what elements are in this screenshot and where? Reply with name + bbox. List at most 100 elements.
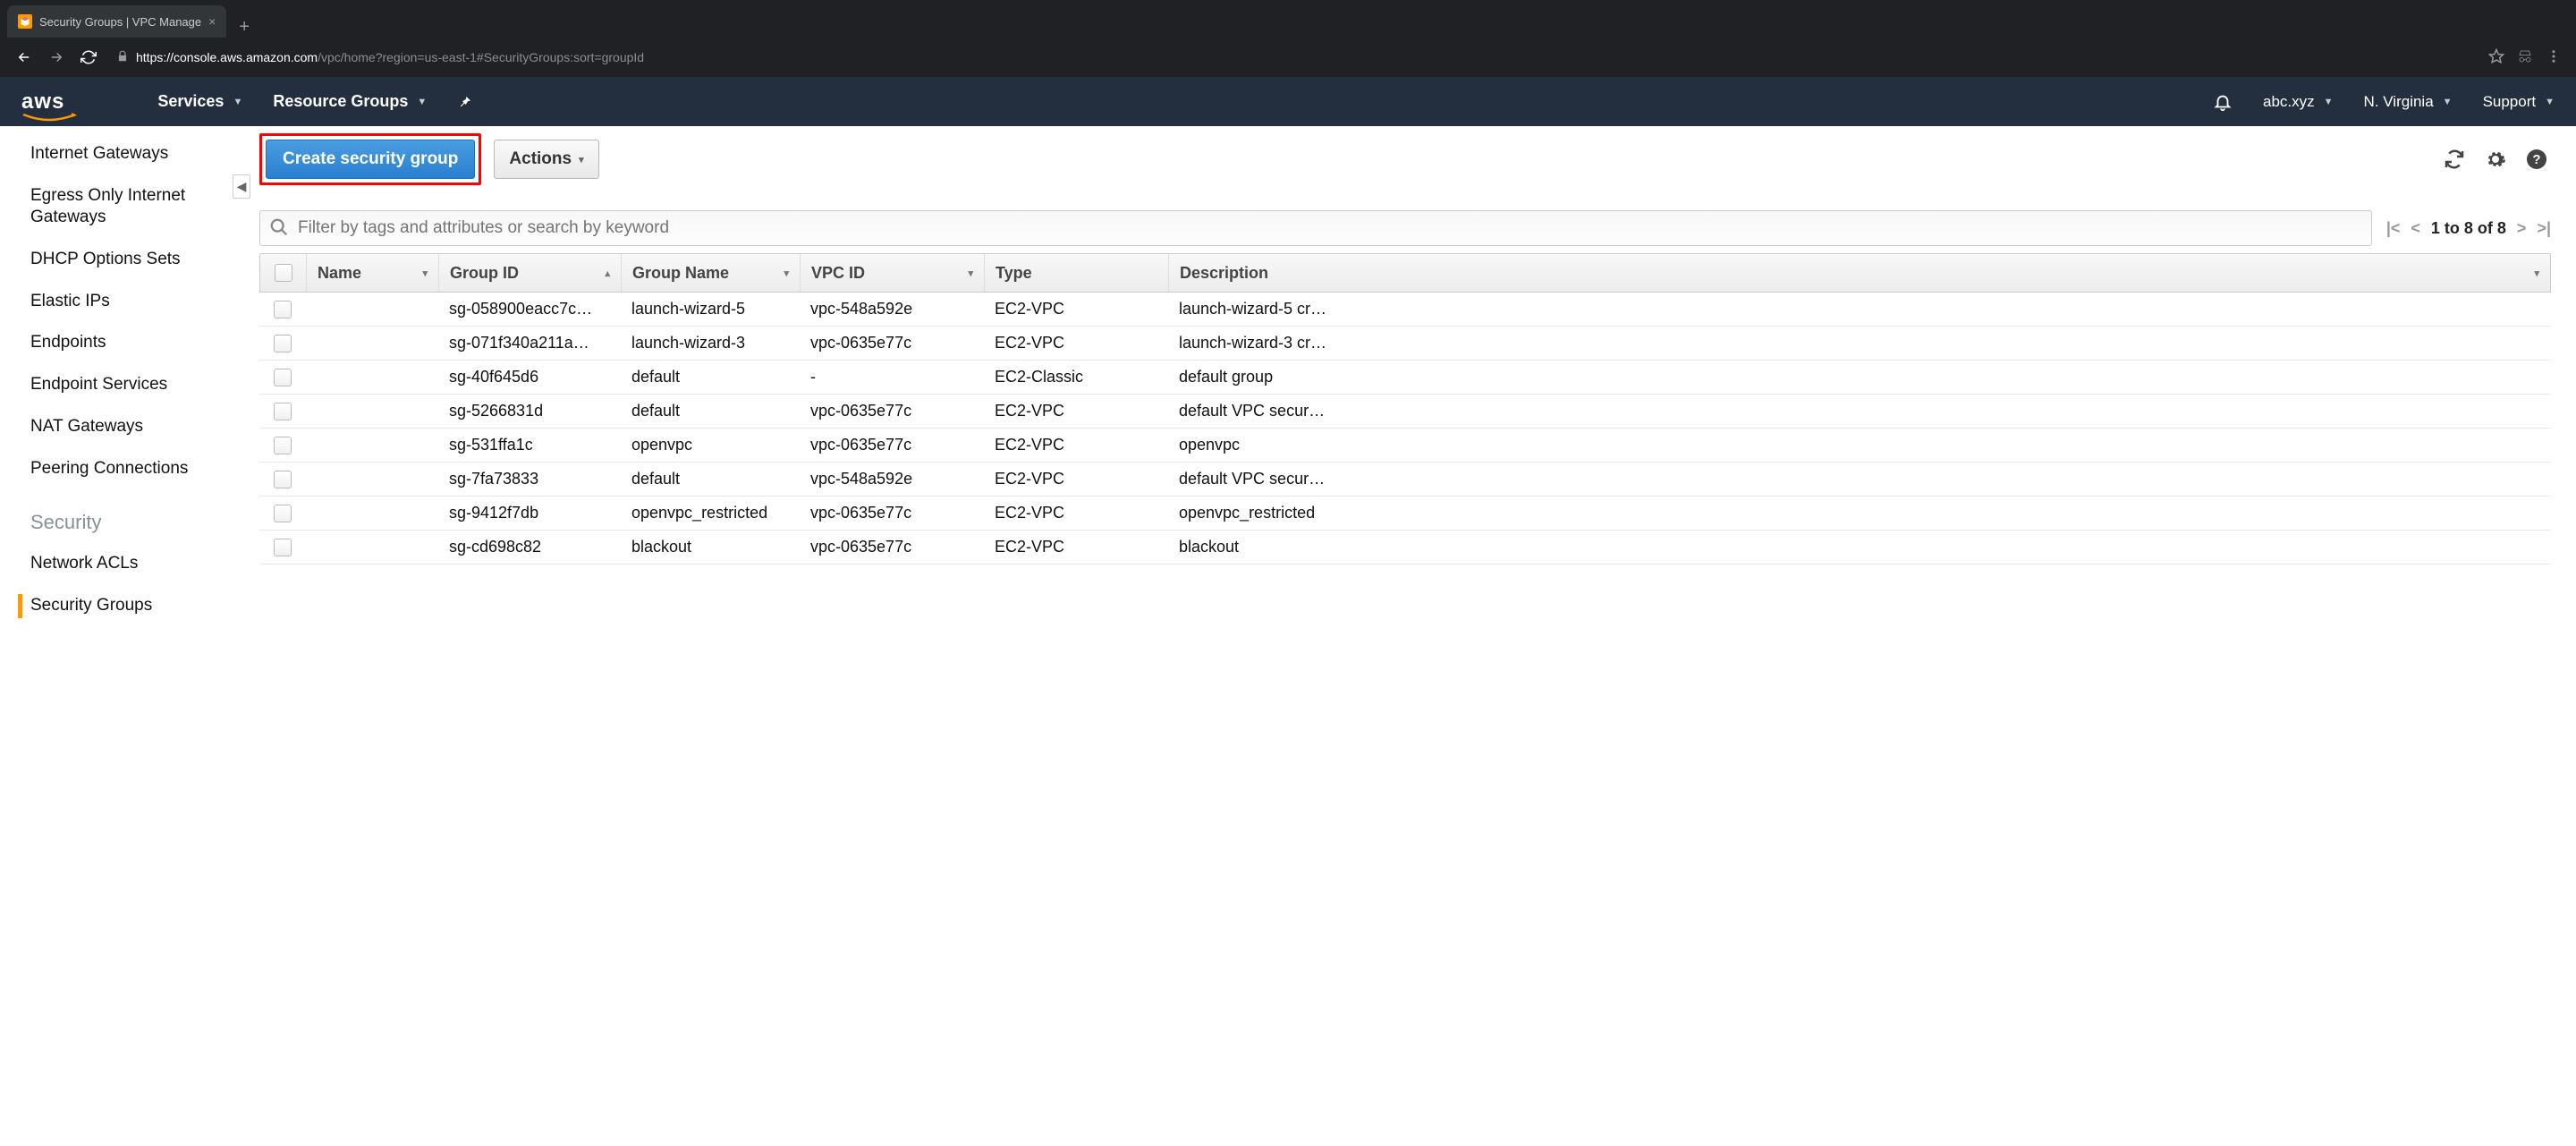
sidebar-item-internet-gateways[interactable]: Internet Gateways: [30, 133, 233, 175]
col-group-name[interactable]: Group Name▾: [622, 254, 801, 292]
table-row[interactable]: sg-5266831ddefaultvpc-0635e77cEC2-VPCdef…: [259, 395, 2551, 429]
services-menu[interactable]: Services▼: [157, 92, 242, 111]
cell-type: EC2-VPC: [984, 470, 1168, 488]
forward-button[interactable]: [43, 44, 70, 71]
cell-type: EC2-VPC: [984, 300, 1168, 318]
sort-icon: ▾: [968, 267, 973, 279]
sidebar-item-peering-connections[interactable]: Peering Connections: [30, 448, 233, 490]
cell-group-name: default: [621, 368, 800, 386]
sidebar-item-dhcp-options[interactable]: DHCP Options Sets: [30, 239, 233, 281]
support-menu[interactable]: Support▼: [2483, 93, 2555, 111]
settings-gear-icon[interactable]: [2481, 145, 2510, 174]
tab-title: Security Groups | VPC Manage: [39, 15, 201, 29]
sidebar-collapse-handle[interactable]: ◀: [233, 126, 250, 1146]
row-checkbox[interactable]: [259, 335, 306, 352]
col-description[interactable]: Description▾: [1169, 254, 2550, 292]
create-security-group-button[interactable]: Create security group: [266, 140, 475, 179]
cell-vpc-id: -: [800, 368, 984, 386]
resource-groups-menu[interactable]: Resource Groups▼: [273, 92, 427, 111]
sidebar-item-endpoints[interactable]: Endpoints: [30, 322, 233, 364]
sidebar-item-network-acls[interactable]: Network ACLs: [30, 543, 233, 585]
table-row[interactable]: sg-cd698c82blackoutvpc-0635e77cEC2-VPCbl…: [259, 531, 2551, 565]
row-checkbox[interactable]: [259, 369, 306, 386]
pin-icon[interactable]: [457, 94, 473, 110]
sidebar: Route Tables Internet Gateways Egress On…: [0, 126, 233, 1146]
checkbox-icon[interactable]: [274, 539, 292, 556]
checkbox-icon[interactable]: [275, 264, 292, 282]
actions-button[interactable]: Actions▾: [494, 140, 598, 179]
cell-description: default VPC secur…: [1168, 470, 2551, 488]
back-button[interactable]: [11, 44, 38, 71]
row-checkbox[interactable]: [259, 539, 306, 556]
address-bar[interactable]: https://console.aws.amazon.com/vpc/home?…: [107, 44, 2483, 71]
table-row[interactable]: sg-40f645d6default-EC2-Classicdefault gr…: [259, 361, 2551, 395]
checkbox-icon[interactable]: [274, 437, 292, 454]
cell-vpc-id: vpc-548a592e: [800, 470, 984, 488]
cell-group-id: sg-9412f7db: [438, 504, 621, 522]
col-vpc-id[interactable]: VPC ID▾: [801, 254, 985, 292]
table-row[interactable]: sg-9412f7dbopenvpc_restrictedvpc-0635e77…: [259, 497, 2551, 531]
row-checkbox[interactable]: [259, 403, 306, 420]
table-row[interactable]: sg-531ffa1copenvpcvpc-0635e77cEC2-VPCope…: [259, 429, 2551, 463]
incognito-icon[interactable]: [2517, 48, 2533, 67]
pager-prev-icon[interactable]: <: [2411, 219, 2420, 238]
pager-next-icon[interactable]: >: [2517, 219, 2527, 238]
sidebar-item-nat-gateways[interactable]: NAT Gateways: [30, 406, 233, 448]
checkbox-icon[interactable]: [274, 471, 292, 488]
cell-group-id: sg-cd698c82: [438, 538, 621, 556]
sidebar-item-security-groups[interactable]: Security Groups: [30, 585, 233, 627]
col-select-all[interactable]: [260, 254, 307, 292]
cell-group-id: sg-5266831d: [438, 402, 621, 420]
filter-input[interactable]: [298, 218, 2362, 238]
checkbox-icon[interactable]: [274, 369, 292, 386]
cell-description: launch-wizard-3 cr…: [1168, 334, 2551, 352]
chevron-down-icon: ▼: [2545, 97, 2555, 107]
menu-icon[interactable]: [2546, 48, 2562, 67]
new-tab-button[interactable]: +: [226, 17, 262, 38]
table-row[interactable]: sg-7fa73833defaultvpc-548a592eEC2-VPCdef…: [259, 463, 2551, 497]
refresh-icon[interactable]: [2440, 145, 2469, 174]
row-checkbox[interactable]: [259, 505, 306, 522]
col-type[interactable]: Type: [985, 254, 1169, 292]
reload-button[interactable]: [75, 44, 102, 71]
col-group-id[interactable]: Group ID▴: [439, 254, 622, 292]
account-menu[interactable]: abc.xyz▼: [2263, 93, 2334, 111]
cell-type: EC2-Classic: [984, 368, 1168, 386]
help-icon[interactable]: ?: [2522, 145, 2551, 174]
cell-group-name: openvpc_restricted: [621, 504, 800, 522]
chevron-down-icon: ▼: [2324, 97, 2334, 107]
table-row[interactable]: sg-071f340a211a…launch-wizard-3vpc-0635e…: [259, 327, 2551, 361]
notifications-icon[interactable]: [2213, 92, 2233, 112]
sort-icon: ▾: [422, 267, 428, 279]
checkbox-icon[interactable]: [274, 505, 292, 522]
cell-group-id: sg-058900eacc7c…: [438, 300, 621, 318]
row-checkbox[interactable]: [259, 301, 306, 318]
sidebar-item-egress-only[interactable]: Egress Only Internet Gateways: [30, 175, 233, 239]
aws-logo[interactable]: aws: [21, 89, 64, 115]
star-icon[interactable]: [2488, 48, 2504, 67]
aws-favicon-icon: [18, 14, 32, 29]
pager: |< < 1 to 8 of 8 > >|: [2386, 219, 2551, 238]
row-checkbox[interactable]: [259, 471, 306, 488]
browser-tab[interactable]: Security Groups | VPC Manage ×: [7, 5, 226, 38]
cell-group-name: openvpc: [621, 436, 800, 454]
sidebar-item-elastic-ips[interactable]: Elastic IPs: [30, 281, 233, 323]
tab-close-icon[interactable]: ×: [208, 14, 216, 29]
sort-asc-icon: ▴: [605, 267, 610, 279]
cell-type: EC2-VPC: [984, 402, 1168, 420]
pager-last-icon[interactable]: >|: [2537, 219, 2551, 238]
cell-type: EC2-VPC: [984, 538, 1168, 556]
filter-search-box[interactable]: [259, 210, 2372, 246]
row-checkbox[interactable]: [259, 437, 306, 454]
cell-vpc-id: vpc-548a592e: [800, 300, 984, 318]
table-row[interactable]: sg-058900eacc7c…launch-wizard-5vpc-548a5…: [259, 293, 2551, 327]
checkbox-icon[interactable]: [274, 301, 292, 318]
region-menu[interactable]: N. Virginia▼: [2364, 93, 2453, 111]
cell-vpc-id: vpc-0635e77c: [800, 504, 984, 522]
pager-first-icon[interactable]: |<: [2386, 219, 2401, 238]
col-name[interactable]: Name▾: [307, 254, 439, 292]
sidebar-item-endpoint-services[interactable]: Endpoint Services: [30, 364, 233, 406]
cell-description: default VPC secur…: [1168, 402, 2551, 420]
checkbox-icon[interactable]: [274, 335, 292, 352]
checkbox-icon[interactable]: [274, 403, 292, 420]
